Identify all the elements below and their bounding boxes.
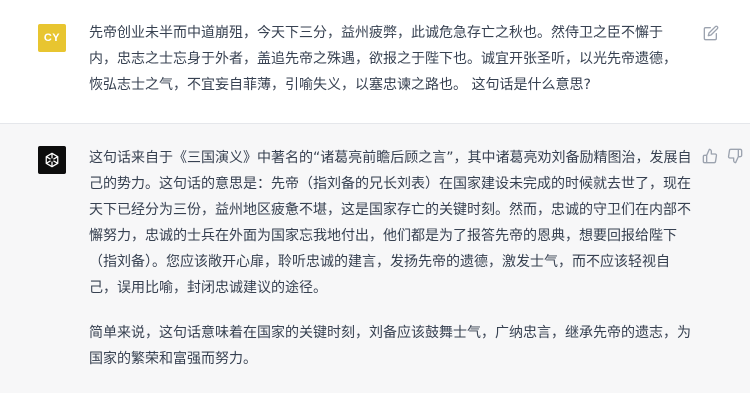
user-avatar-initials: CY xyxy=(43,32,61,44)
dislike-button[interactable] xyxy=(726,147,744,165)
assistant-paragraph-1: 这句话来自于《三国演义》中著名的“诸葛亮前瞻后顾之言”，其中诸葛亮劝刘备励精图治… xyxy=(89,150,692,296)
user-message-text: 先帝创业未半而中道崩殂，今天下三分，益州疲弊，此诚危急存亡之秋也。然侍卫之臣不懈… xyxy=(89,25,677,93)
assistant-paragraph-2: 简单来说，这句话意味着在国家的关键时刻，刘备应该鼓舞士气，广纳忠言，继承先帝的遗… xyxy=(89,325,691,367)
user-avatar: CY xyxy=(38,24,66,52)
like-button[interactable] xyxy=(701,147,719,165)
assistant-message-text: 这句话来自于《三国演义》中著名的“诸葛亮前瞻后顾之言”，其中诸葛亮劝刘备励精图治… xyxy=(89,145,697,391)
openai-logo-icon xyxy=(45,152,59,168)
thumbs-down-icon xyxy=(727,148,743,164)
thumbs-up-icon xyxy=(702,148,718,164)
assistant-avatar xyxy=(38,146,66,174)
edit-button[interactable] xyxy=(702,24,720,42)
edit-icon xyxy=(703,25,719,41)
